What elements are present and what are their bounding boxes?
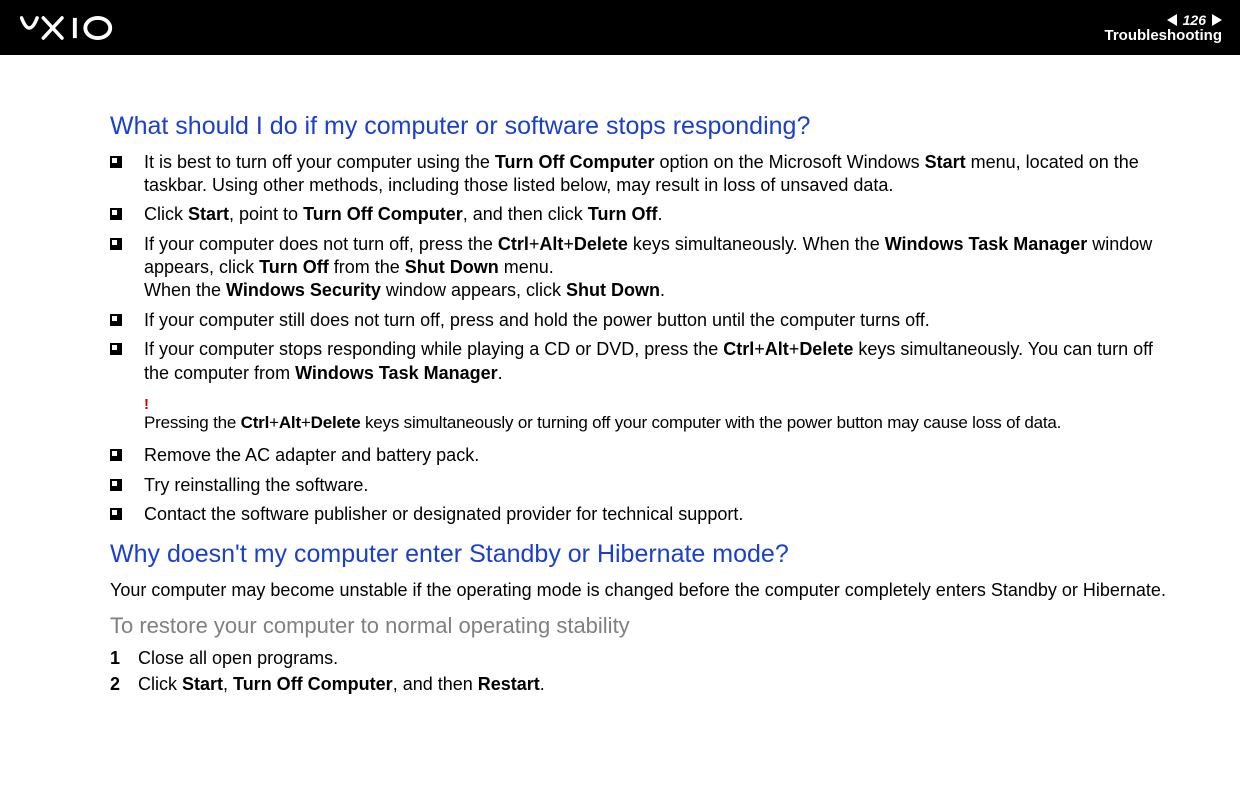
question-2-title: Why doesn't my computer enter Standby or… (110, 538, 1180, 571)
bullet-icon (110, 479, 122, 491)
bullet-list-1: It is best to turn off your computer usi… (110, 151, 1180, 386)
bullet-icon (110, 343, 122, 355)
page-content: What should I do if my computer or softw… (0, 55, 1240, 697)
list-item-text: Contact the software publisher or design… (144, 503, 1180, 526)
sub-heading: To restore your computer to normal opera… (110, 612, 1180, 641)
bullet-icon (110, 156, 122, 168)
list-item-text: Remove the AC adapter and battery pack. (144, 444, 1180, 467)
list-item: If your computer still does not turn off… (110, 309, 1180, 332)
bullet-icon (110, 314, 122, 326)
list-item-text: If your computer still does not turn off… (144, 309, 1180, 332)
steps-list: 1 Close all open programs. 2 Click Start… (110, 647, 1180, 697)
caution-icon: ! (144, 397, 1180, 412)
step-number: 2 (110, 673, 138, 696)
step-item: 2 Click Start, Turn Off Computer, and th… (110, 673, 1180, 696)
list-item: It is best to turn off your computer usi… (110, 151, 1180, 198)
next-page-arrow-icon[interactable] (1212, 14, 1222, 26)
section-label: Troubleshooting (1105, 27, 1223, 44)
list-item: Remove the AC adapter and battery pack. (110, 444, 1180, 467)
list-item-text: Try reinstalling the software. (144, 474, 1180, 497)
list-item: If your computer stops responding while … (110, 338, 1180, 385)
header-right: 126 Troubleshooting (1105, 11, 1223, 44)
list-item: Try reinstalling the software. (110, 474, 1180, 497)
list-item: Click Start, point to Turn Off Computer,… (110, 203, 1180, 226)
list-item-text: It is best to turn off your computer usi… (144, 151, 1180, 198)
vaio-logo (20, 15, 160, 41)
page-number: 126 (1183, 13, 1206, 27)
page-nav: 126 (1167, 13, 1222, 27)
bullet-icon (110, 208, 122, 220)
step-number: 1 (110, 647, 138, 670)
question-1-title: What should I do if my computer or softw… (110, 110, 1180, 143)
header-bar: 126 Troubleshooting (0, 0, 1240, 55)
list-item-text: If your computer does not turn off, pres… (144, 233, 1180, 303)
list-item: If your computer does not turn off, pres… (110, 233, 1180, 303)
bullet-icon (110, 238, 122, 250)
question-2-paragraph: Your computer may become unstable if the… (110, 579, 1180, 602)
step-item: 1 Close all open programs. (110, 647, 1180, 670)
list-item-text: If your computer stops responding while … (144, 338, 1180, 385)
prev-page-arrow-icon[interactable] (1167, 14, 1177, 26)
caution-text: Pressing the Ctrl+Alt+Delete keys simult… (144, 412, 1180, 434)
bullet-list-2: Remove the AC adapter and battery pack. … (110, 444, 1180, 526)
bullet-icon (110, 508, 122, 520)
list-item: Contact the software publisher or design… (110, 503, 1180, 526)
step-text: Click Start, Turn Off Computer, and then… (138, 673, 1180, 696)
list-item-text: Click Start, point to Turn Off Computer,… (144, 203, 1180, 226)
step-text: Close all open programs. (138, 647, 1180, 670)
bullet-icon (110, 449, 122, 461)
caution-note: ! Pressing the Ctrl+Alt+Delete keys simu… (144, 397, 1180, 434)
